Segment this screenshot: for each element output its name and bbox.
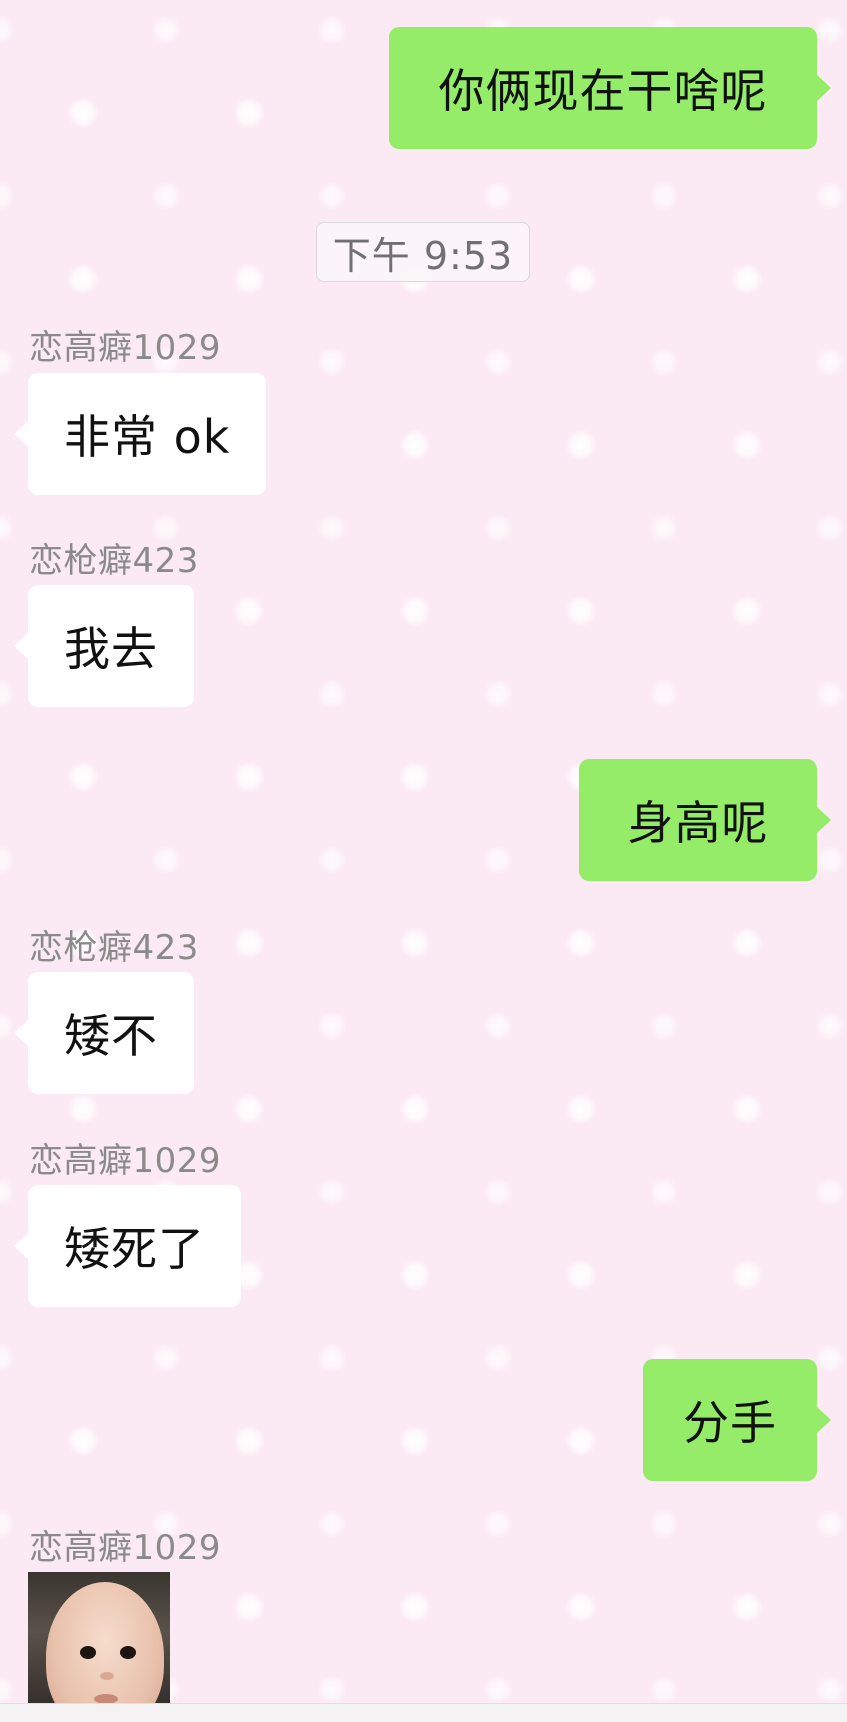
sender-name: 恋枪癖423 bbox=[29, 928, 199, 968]
incoming-message-bubble[interactable]: 我去 bbox=[14, 585, 194, 707]
message-text: 矮不 bbox=[64, 1009, 158, 1063]
message-text: 矮死了 bbox=[64, 1222, 205, 1276]
message-text: 身高呢 bbox=[627, 796, 769, 850]
incoming-message-bubble[interactable]: 矮死了 bbox=[14, 1185, 241, 1307]
timestamp-text: 下午 9:53 bbox=[332, 233, 514, 278]
incoming-message-bubble[interactable]: 矮不 bbox=[14, 972, 194, 1094]
eye bbox=[120, 1646, 136, 1659]
sender-name: 恋高癖1029 bbox=[29, 1528, 222, 1568]
sender-name: 恋枪癖423 bbox=[29, 541, 199, 581]
outgoing-message-bubble[interactable]: 身高呢 bbox=[579, 759, 831, 881]
nose bbox=[100, 1672, 114, 1680]
input-bar-edge bbox=[0, 1703, 847, 1722]
sender-name: 恋高癖1029 bbox=[29, 1141, 222, 1181]
outgoing-message-bubble[interactable]: 分手 bbox=[643, 1359, 831, 1481]
sender-name: 恋高癖1029 bbox=[29, 328, 222, 368]
message-text: 非常 ok bbox=[64, 410, 231, 464]
message-text: 我去 bbox=[64, 622, 158, 676]
image-message[interactable] bbox=[28, 1572, 170, 1721]
incoming-message-bubble[interactable]: 非常 ok bbox=[13, 373, 267, 495]
message-text: 分手 bbox=[683, 1396, 777, 1450]
message-text: 你俩现在干啥呢 bbox=[438, 64, 768, 118]
chat-message-list: 你俩现在干啥呢 下午 9:53 恋高癖1029 非常 ok 恋枪癖423 我去 … bbox=[0, 0, 847, 1721]
baby-face-photo bbox=[46, 1582, 164, 1721]
timestamp-divider: 下午 9:53 bbox=[316, 222, 530, 282]
eye bbox=[80, 1646, 96, 1659]
outgoing-message-bubble[interactable]: 你俩现在干啥呢 bbox=[389, 27, 831, 149]
